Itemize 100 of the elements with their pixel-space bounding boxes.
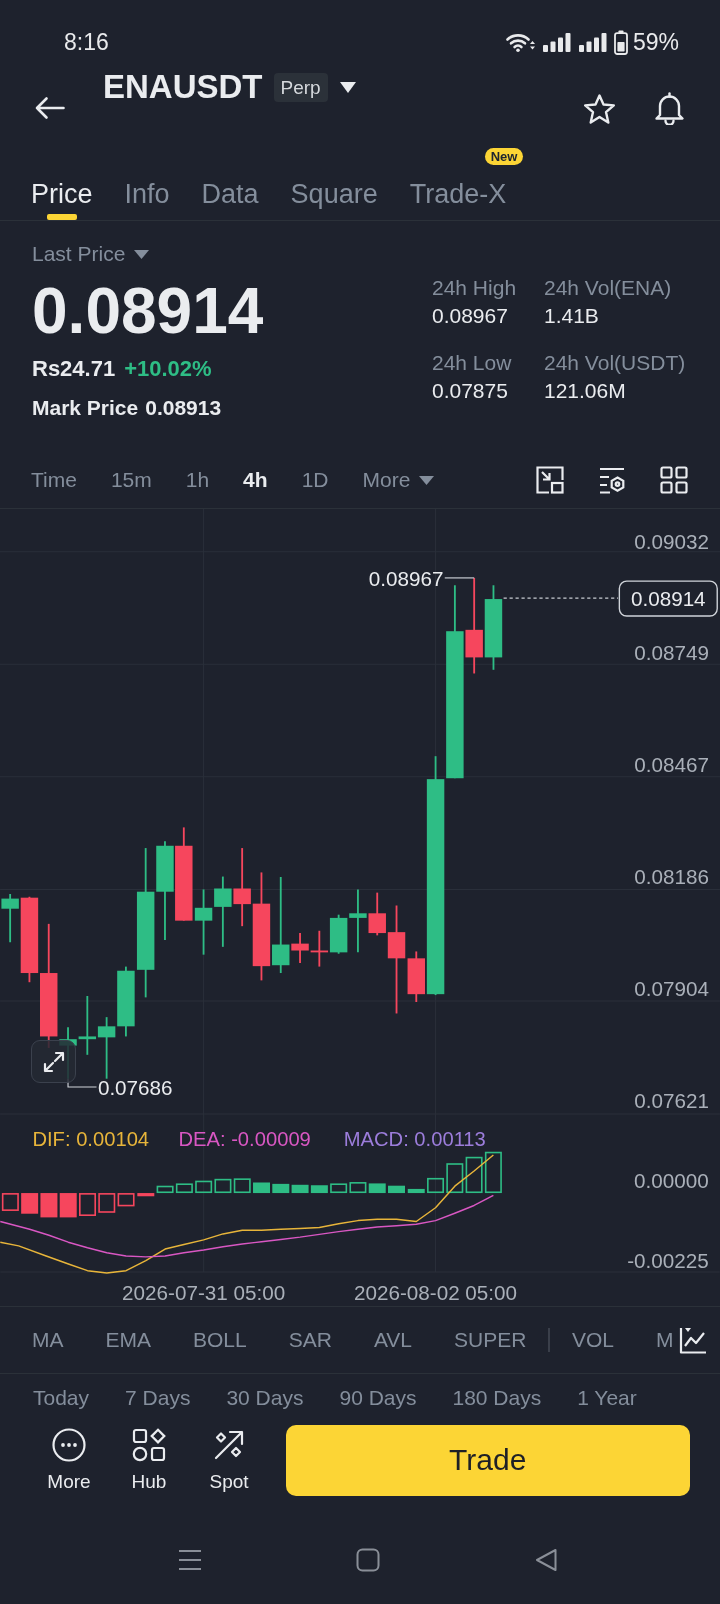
indicator-legend: MACD: 0.00113 xyxy=(343,1127,486,1150)
shapes-grid-icon xyxy=(132,1427,166,1462)
y-axis-label: -0.00225 xyxy=(627,1249,709,1273)
line-chart-icon[interactable] xyxy=(679,1326,708,1354)
trade-button[interactable]: Trade xyxy=(285,1424,690,1496)
indicator-option[interactable]: AVL xyxy=(373,1327,413,1353)
histogram-bar xyxy=(291,1184,309,1194)
back-arrow-icon[interactable] xyxy=(34,96,65,120)
interval-tab[interactable]: 1D xyxy=(301,467,329,493)
indicator-option[interactable]: VOL xyxy=(571,1327,614,1353)
home-icon[interactable] xyxy=(356,1548,380,1572)
period-option[interactable]: 30 Days xyxy=(226,1386,304,1410)
period-option[interactable]: Today xyxy=(33,1386,90,1410)
bullish-candle xyxy=(78,995,97,1056)
interval-dropdown[interactable]: More xyxy=(362,467,435,493)
period-option[interactable]: 180 Days xyxy=(452,1386,542,1410)
leader-line xyxy=(444,577,475,579)
price-change: +10.02% xyxy=(124,355,212,383)
interval-tab[interactable]: 4h xyxy=(243,467,268,493)
y-axis-label: 0.08749 xyxy=(634,641,709,665)
expand-icon xyxy=(42,1050,65,1073)
tab[interactable]: Price xyxy=(31,166,93,220)
interval-tab[interactable]: Time xyxy=(31,467,77,493)
stat-value: 0.07875 xyxy=(432,378,508,404)
caret-down-icon[interactable] xyxy=(339,81,356,93)
stat-value: 121.06M xyxy=(544,378,626,404)
mark-price-label: Mark Price xyxy=(32,395,139,421)
bearish-candle xyxy=(310,929,329,968)
histogram-bar xyxy=(1,1193,19,1211)
spot-button[interactable]: Spot xyxy=(199,1427,259,1493)
indicator-option[interactable]: SUPER xyxy=(454,1327,527,1353)
grid-icon[interactable] xyxy=(660,466,688,494)
last-price-value: 0.08914 xyxy=(32,279,264,343)
period-option[interactable]: 1 Year xyxy=(577,1386,637,1410)
histogram-bar xyxy=(21,1193,39,1214)
histogram-bar xyxy=(310,1185,328,1194)
bullish-candle xyxy=(1,893,19,944)
tab[interactable]: Info xyxy=(124,166,170,220)
list-settings-icon[interactable] xyxy=(598,466,626,494)
tab[interactable]: Trade-X xyxy=(409,166,507,220)
histogram-bar xyxy=(117,1193,135,1207)
hub-button[interactable]: Hub xyxy=(119,1427,179,1493)
more-icon xyxy=(52,1427,86,1462)
last-price-tag: 0.08914 xyxy=(618,580,718,617)
back-icon[interactable] xyxy=(534,1548,558,1572)
arrow-box-icon[interactable] xyxy=(536,466,564,494)
period-option[interactable]: 7 Days xyxy=(125,1386,191,1410)
histogram-bar xyxy=(79,1193,96,1216)
y-axis-label: 0.07904 xyxy=(634,977,709,1001)
indicator-legend: DEA: -0.00009 xyxy=(178,1127,311,1150)
indicator-option[interactable]: SAR xyxy=(288,1327,332,1353)
stat-label: 24h Vol(ENA) xyxy=(544,275,672,301)
signal-icon xyxy=(541,32,571,52)
indicator-option[interactable]: M xyxy=(655,1327,674,1353)
histogram-bar xyxy=(233,1178,251,1194)
mark-price-value: 0.08913 xyxy=(145,395,222,421)
tab[interactable]: Square xyxy=(290,166,378,220)
y-axis-label: 0.07621 xyxy=(634,1089,709,1113)
indicator-option[interactable]: BOLL xyxy=(193,1327,247,1353)
fiat-price: Rs24.71 xyxy=(32,355,116,383)
tab[interactable]: Data xyxy=(201,166,259,220)
histogram-bar xyxy=(98,1193,116,1213)
y-axis-label: 0.08186 xyxy=(634,865,709,889)
histogram-bar xyxy=(407,1188,425,1194)
bearish-candle xyxy=(291,932,309,964)
expand-button[interactable] xyxy=(31,1040,76,1083)
wifi-icon xyxy=(505,32,535,52)
contract-badge: Perp xyxy=(273,72,328,102)
interval-tab[interactable]: 15m xyxy=(110,467,152,493)
histogram-bar xyxy=(214,1178,232,1194)
high-price-label: 0.08967 xyxy=(368,567,444,591)
low-price-label: 0.07686 xyxy=(97,1076,173,1100)
y-axis-label: 0.08467 xyxy=(634,753,709,777)
caret-down-icon xyxy=(419,475,435,485)
menu-icon[interactable] xyxy=(178,1548,202,1572)
histogram-bar xyxy=(272,1183,290,1194)
bullish-candle xyxy=(97,1016,116,1080)
time-axis-label: 2026-07-31 05:00 xyxy=(122,1281,286,1305)
indicator-legend: DIF: 0.00104 xyxy=(32,1127,150,1150)
indicator-option[interactable]: MA xyxy=(32,1327,64,1353)
more-button[interactable]: More xyxy=(39,1427,99,1493)
histogram-bar xyxy=(465,1156,483,1194)
star-icon[interactable] xyxy=(583,94,616,125)
indicator-option[interactable]: EMA xyxy=(105,1327,151,1353)
bell-icon[interactable] xyxy=(652,92,687,125)
histogram-bar xyxy=(484,1151,502,1194)
y-axis-label: 0.00000 xyxy=(634,1169,709,1192)
bullish-candle xyxy=(194,888,213,956)
battery-icon xyxy=(613,29,628,55)
stat-value: 0.08967 xyxy=(432,303,508,329)
interval-tab[interactable]: 1h xyxy=(185,467,210,493)
histogram-bar xyxy=(40,1193,58,1218)
last-price-label[interactable]: Last Price xyxy=(32,241,126,267)
period-option[interactable]: 90 Days xyxy=(339,1386,417,1410)
battery-percentage: 59% xyxy=(632,30,679,54)
new-badge: New xyxy=(484,148,524,165)
histogram-bar xyxy=(253,1182,270,1194)
histogram-bar xyxy=(195,1180,213,1194)
symbol-title[interactable]: ENAUSDT xyxy=(103,69,263,105)
histogram-bar xyxy=(330,1183,348,1194)
